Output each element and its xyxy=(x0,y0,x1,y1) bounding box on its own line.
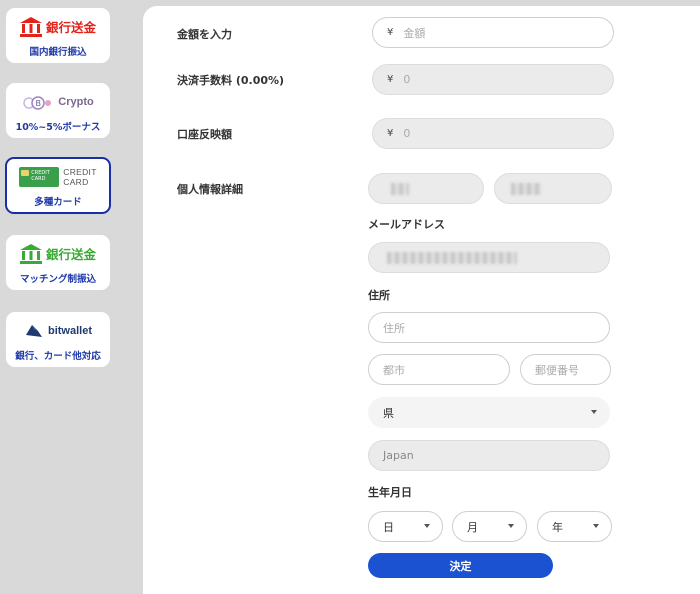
method-caption: 多種カード xyxy=(34,196,82,208)
bank-icon xyxy=(19,243,42,264)
country-value: Japan xyxy=(383,449,414,462)
chevron-down-icon xyxy=(424,524,430,528)
dob-day-select[interactable]: 日 xyxy=(368,511,443,542)
reflected-amount-value: 0 xyxy=(403,127,411,140)
method-caption: マッチング制振込 xyxy=(19,273,96,285)
method-matching-transfer[interactable]: 銀行送金 マッチング制振込 xyxy=(6,235,110,290)
yen-symbol: ¥ xyxy=(387,27,394,38)
bitwallet-icon xyxy=(25,324,42,337)
svg-text:B: B xyxy=(36,99,42,108)
first-name-field xyxy=(368,173,484,204)
bank-logo: 銀行送金 xyxy=(19,14,96,40)
method-credit-card[interactable]: CREDIT CARD CREDIT CARD 多種カード xyxy=(5,157,111,214)
credit-card-logo-text: CREDIT CARD xyxy=(63,166,97,187)
redacted-text xyxy=(511,182,541,195)
dob-month-value: 月 xyxy=(467,520,478,534)
postal-code-placeholder: 郵便番号 xyxy=(535,363,579,377)
amount-label: 金額を入力 xyxy=(177,28,232,41)
dob-year-value: 年 xyxy=(552,520,563,534)
chevron-down-icon xyxy=(593,524,599,528)
deposit-form: 金額を入力 ¥ 金額 決済手数料 (0.00%) ¥ 0 口座反映額 ¥ 0 個… xyxy=(143,6,700,594)
crypto-logo: B Crypto xyxy=(22,89,94,115)
dob-year-select[interactable]: 年 xyxy=(537,511,612,542)
postal-code-input[interactable]: 郵便番号 xyxy=(520,354,611,385)
bank-logo-text: 銀行送金 xyxy=(45,247,96,262)
credit-card-icon: CREDIT CARD xyxy=(19,166,60,187)
bank-logo-green: 銀行送金 xyxy=(19,241,96,267)
method-caption: 10%~5%ボーナス xyxy=(15,121,101,133)
fee-label: 決済手数料 (0.00%) xyxy=(177,74,285,87)
sidebar-divider-area xyxy=(0,152,143,594)
method-bitwallet[interactable]: bitwallet 銀行、カード他対応 xyxy=(6,312,110,367)
fee-value: 0 xyxy=(403,73,411,86)
method-caption: 国内銀行振込 xyxy=(29,46,87,58)
amount-placeholder: 金額 xyxy=(403,26,426,40)
bank-icon xyxy=(19,16,42,37)
address-label: 住所 xyxy=(368,289,390,302)
credit-card-logo: CREDIT CARD CREDIT CARD xyxy=(19,164,96,190)
prefecture-value: 県 xyxy=(383,406,394,420)
chevron-down-icon xyxy=(508,524,514,528)
address-placeholder: 住所 xyxy=(383,321,405,335)
fee-field: ¥ 0 xyxy=(372,64,614,95)
country-field: Japan xyxy=(368,440,610,471)
submit-button[interactable]: 決定 xyxy=(368,553,553,578)
redacted-text xyxy=(391,182,409,195)
reflected-amount-field: ¥ 0 xyxy=(372,118,614,149)
address-input[interactable]: 住所 xyxy=(368,312,610,343)
reflected-amount-label: 口座反映額 xyxy=(177,128,232,141)
last-name-field xyxy=(494,173,612,204)
city-input[interactable]: 都市 xyxy=(368,354,510,385)
prefecture-select[interactable]: 県 xyxy=(368,397,610,428)
method-crypto[interactable]: B Crypto 10%~5%ボーナス xyxy=(6,83,110,138)
dob-label: 生年月日 xyxy=(368,486,412,499)
dob-day-value: 日 xyxy=(383,520,394,534)
personal-info-label: 個人情報詳細 xyxy=(177,183,243,196)
crypto-logo-text: Crypto xyxy=(58,95,94,108)
payment-method-sidebar: 銀行送金 国内銀行振込 B Crypto 10%~5%ボーナス CREDIT C… xyxy=(0,0,143,594)
method-bank-transfer[interactable]: 銀行送金 国内銀行振込 xyxy=(6,8,110,63)
redacted-text xyxy=(387,251,517,264)
bitwallet-logo-text: bitwallet xyxy=(47,324,92,337)
email-field xyxy=(368,242,610,273)
bitwallet-logo: bitwallet xyxy=(24,318,92,344)
method-caption: 銀行、カード他対応 xyxy=(15,350,101,362)
amount-input[interactable]: ¥ 金額 xyxy=(372,17,614,48)
chevron-down-icon xyxy=(591,410,597,414)
crypto-coins-icon: B xyxy=(23,95,52,110)
yen-symbol: ¥ xyxy=(387,128,394,139)
bank-logo-text: 銀行送金 xyxy=(45,20,96,35)
yen-symbol: ¥ xyxy=(387,74,394,85)
dob-month-select[interactable]: 月 xyxy=(452,511,527,542)
city-placeholder: 都市 xyxy=(383,363,405,377)
email-label: メールアドレス xyxy=(368,218,445,231)
